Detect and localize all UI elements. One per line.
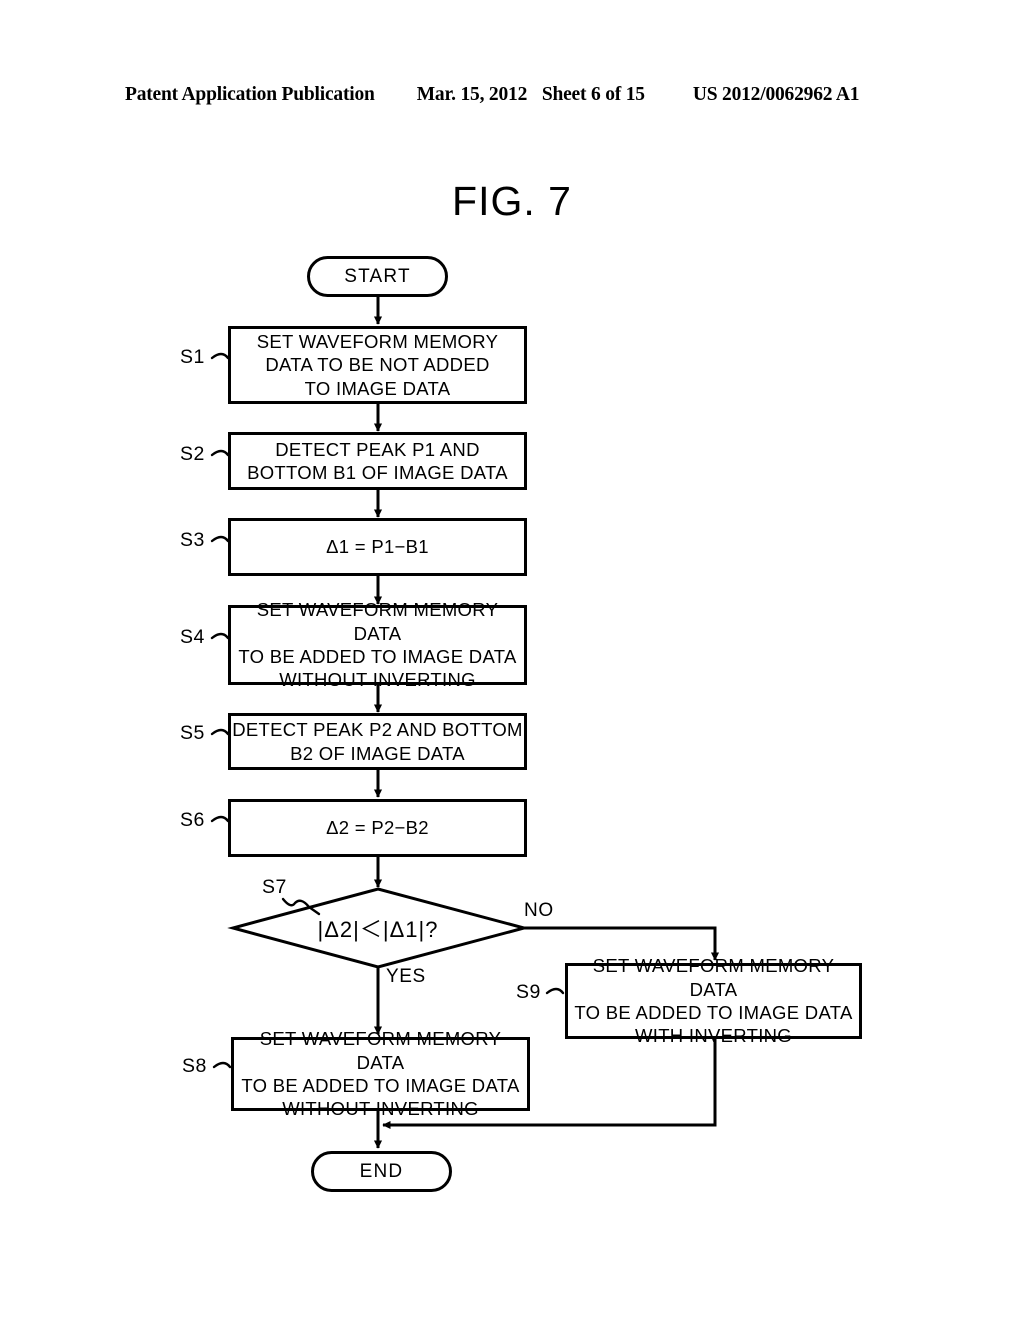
step-tag-s3: S3	[180, 529, 205, 551]
step-tag-s1: S1	[180, 346, 205, 368]
node-s2[interactable]: DETECT PEAK P1 AND BOTTOM B1 OF IMAGE DA…	[228, 432, 527, 490]
leader-s2	[210, 449, 230, 457]
leader-s9	[545, 987, 565, 995]
node-s9[interactable]: SET WAVEFORM MEMORY DATA TO BE ADDED TO …	[565, 955, 862, 1046]
leader-s6	[210, 815, 230, 823]
leader-s5	[210, 728, 230, 736]
node-s8[interactable]: SET WAVEFORM MEMORY DATA TO BE ADDED TO …	[231, 1028, 530, 1119]
step-tag-s9: S9	[516, 981, 541, 1003]
step-tag-s4: S4	[180, 626, 205, 648]
leader-s3	[210, 535, 230, 543]
step-tag-s7: S7	[262, 876, 287, 898]
branch-label-no: NO	[524, 900, 554, 921]
step-tag-s8: S8	[182, 1055, 207, 1077]
node-s3[interactable]: Δ1 = P1−B1	[228, 518, 527, 576]
node-start[interactable]: START	[307, 256, 448, 297]
flowchart-diagram: START END SET WAVEFORM MEMORY DATA TO BE…	[0, 0, 1024, 1320]
leader-s4	[210, 632, 230, 640]
node-s6[interactable]: Δ2 = P2−B2	[228, 799, 527, 857]
leader-s8	[212, 1061, 232, 1069]
node-s7-label[interactable]: |Δ2|＜|Δ1|?	[283, 906, 473, 950]
step-tag-s6: S6	[180, 809, 205, 831]
leader-s1	[210, 352, 230, 360]
step-tag-s2: S2	[180, 443, 205, 465]
node-end[interactable]: END	[311, 1151, 452, 1192]
branch-label-yes: YES	[386, 966, 426, 987]
node-s4[interactable]: SET WAVEFORM MEMORY DATA TO BE ADDED TO …	[228, 599, 527, 690]
node-s5[interactable]: DETECT PEAK P2 AND BOTTOM B2 OF IMAGE DA…	[228, 713, 527, 770]
node-s1[interactable]: SET WAVEFORM MEMORY DATA TO BE NOT ADDED…	[228, 326, 527, 404]
step-tag-s5: S5	[180, 722, 205, 744]
